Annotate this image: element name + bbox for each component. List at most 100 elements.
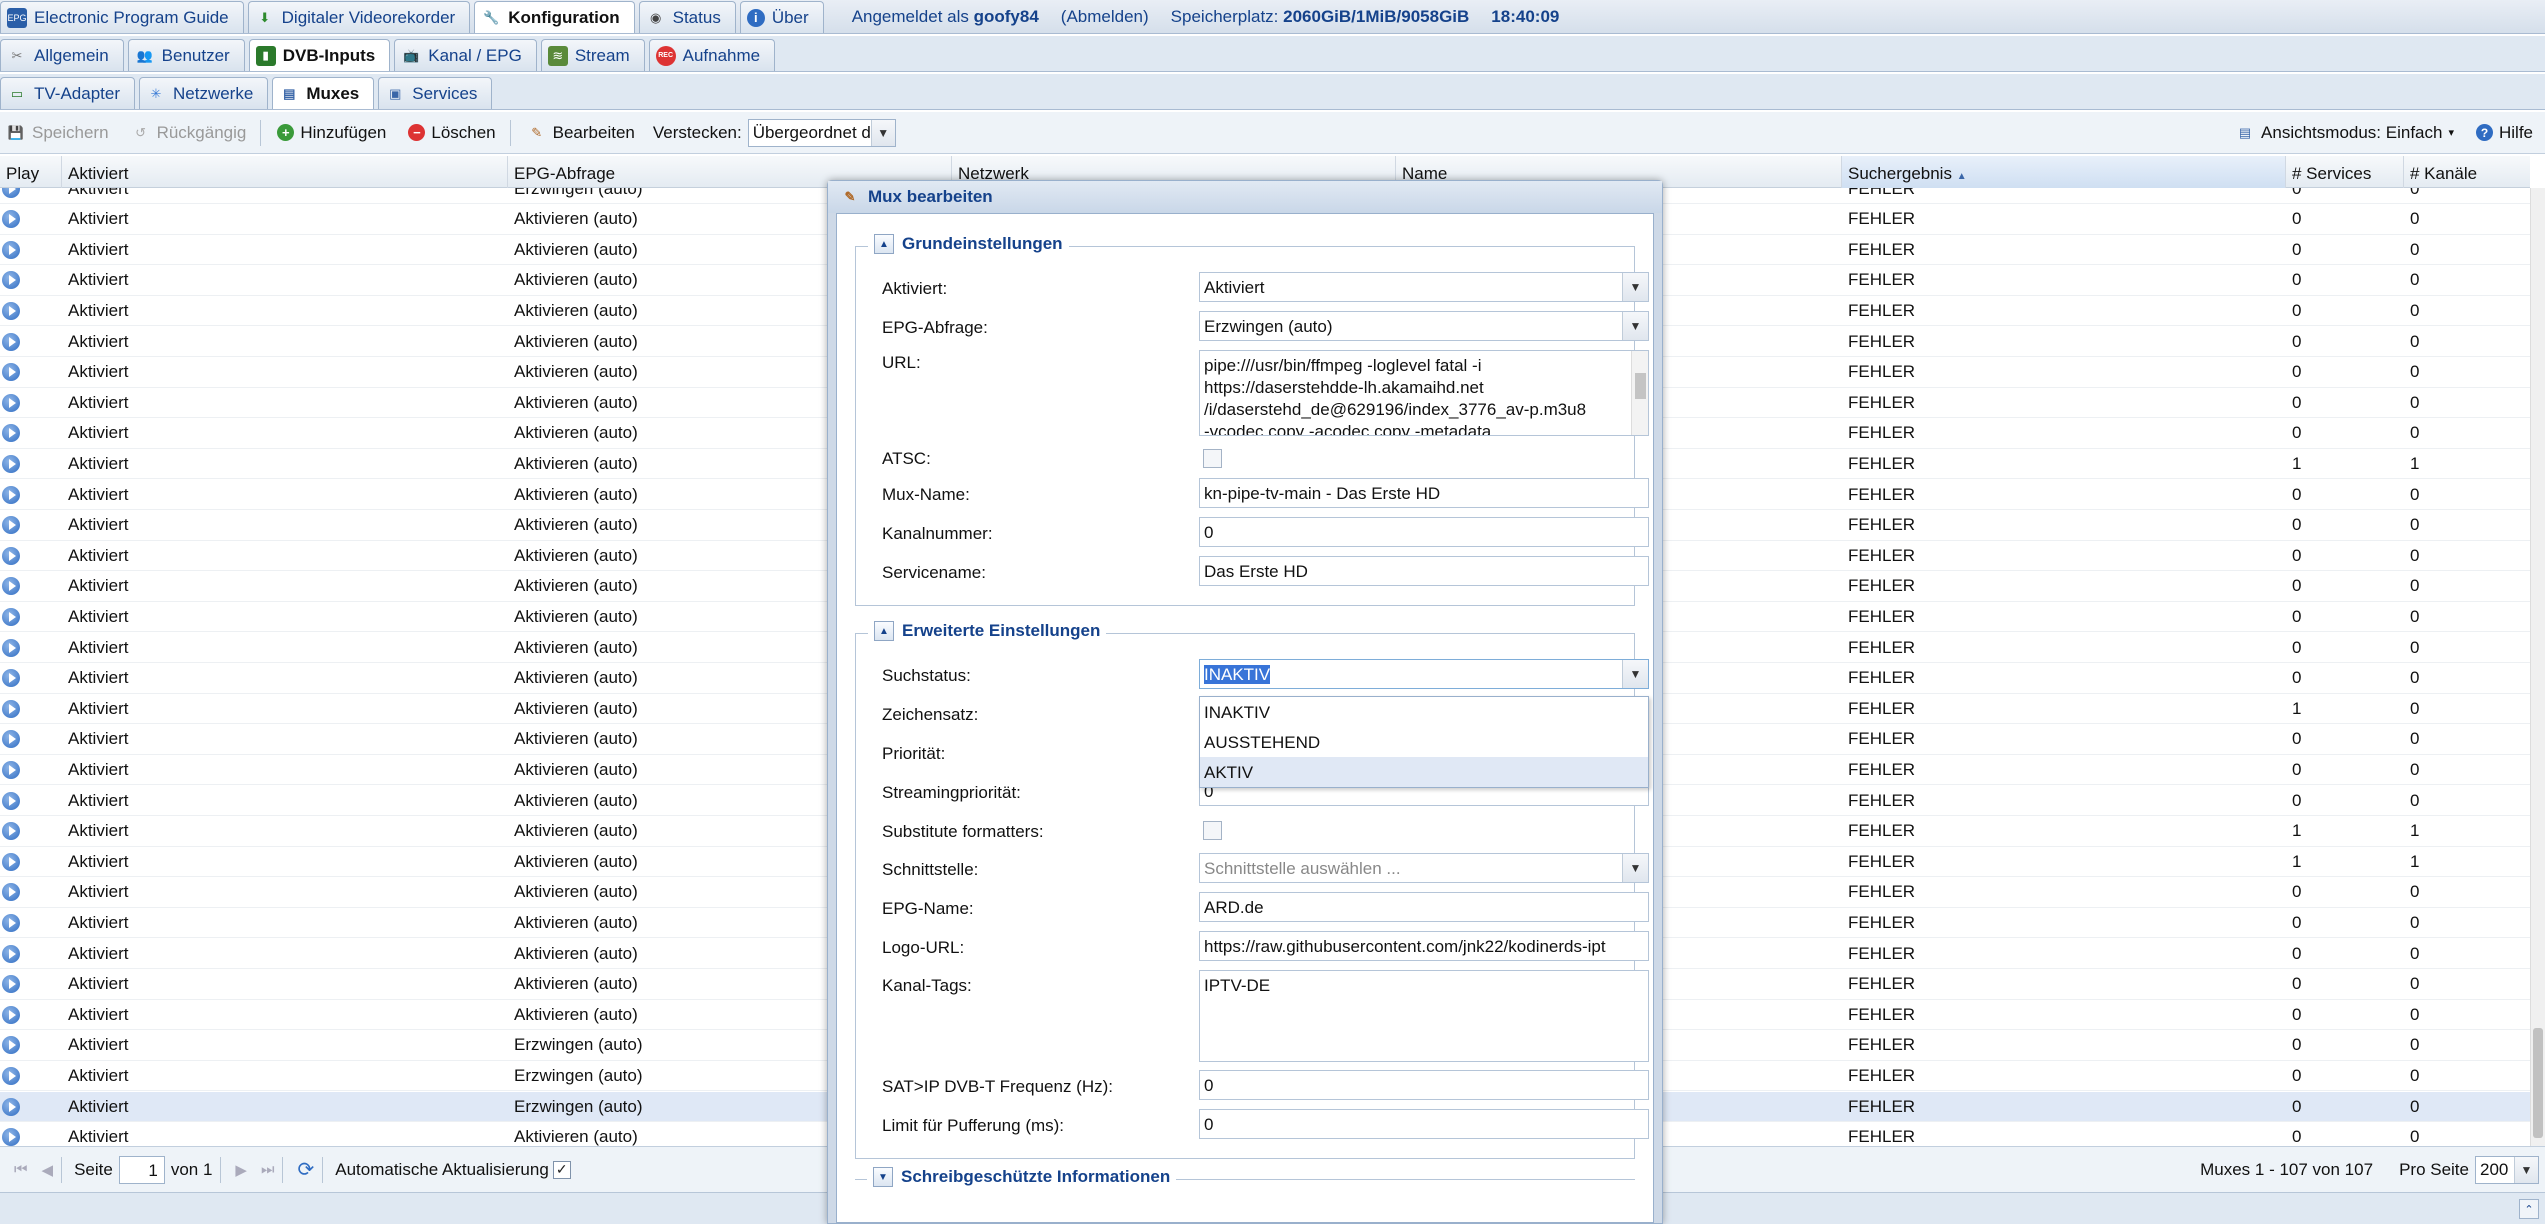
column-header-enabled[interactable]: Aktiviert [62,156,508,188]
prev-page-icon[interactable]: ◀ [42,1161,54,1179]
scan-status-option[interactable]: AKTIV [1200,757,1648,787]
tab-recording[interactable]: REC Aufnahme [648,39,776,71]
tab-users[interactable]: 👥 Benutzer [127,39,245,71]
scan-status-select[interactable]: INAKTIV ▼ [1199,659,1649,689]
logo-url-input[interactable]: https://raw.githubusercontent.com/jnk22/… [1199,931,1649,961]
substitute-formatters-checkbox[interactable] [1203,821,1222,840]
play-icon[interactable] [2,301,20,320]
play-icon[interactable] [2,240,20,259]
tab-configuration[interactable]: 🔧 Konfiguration [474,1,635,33]
play-icon[interactable] [2,883,20,902]
delete-button[interactable]: − Löschen [402,120,501,146]
scrollbar-thumb[interactable] [2533,1028,2543,1138]
play-icon[interactable] [2,393,20,412]
epg-name-input[interactable]: ARD.de [1199,892,1649,922]
play-icon[interactable] [2,1097,20,1116]
grid-scrollbar[interactable] [2530,188,2545,1146]
play-icon[interactable] [2,516,20,535]
atsc-checkbox[interactable] [1203,449,1222,468]
play-icon[interactable] [2,210,20,229]
channel-number-input[interactable]: 0 [1199,517,1649,547]
play-icon[interactable] [2,638,20,657]
play-icon[interactable] [2,1066,20,1085]
collapse-icon[interactable]: ▲ [874,234,894,254]
chevron-down-icon[interactable]: ▼ [1622,273,1648,301]
chevron-down-icon[interactable]: ▼ [870,119,895,146]
view-mode-button[interactable]: ▤ Ansichtsmodus: Einfach ▾ [2229,120,2460,146]
play-icon[interactable] [2,332,20,351]
column-header-services[interactable]: # Services [2286,156,2404,188]
play-icon[interactable] [2,760,20,779]
add-button[interactable]: + Hinzufügen [271,120,392,146]
play-icon[interactable] [2,424,20,443]
play-icon[interactable] [2,188,20,198]
mux-name-input[interactable]: kn-pipe-tv-main - Das Erste HD [1199,478,1649,508]
logout-link[interactable]: (Abmelden) [1061,7,1149,27]
play-icon[interactable] [2,271,20,290]
channel-tags-input[interactable]: IPTV-DE [1199,970,1649,1062]
column-header-play[interactable]: Play [0,156,62,188]
readonly-info-legend[interactable]: ▼ Schreibgeschützte Informationen [867,1167,1177,1187]
tab-general[interactable]: ✂ Allgemein [0,39,124,71]
service-name-input[interactable]: Das Erste HD [1199,556,1649,586]
play-icon[interactable] [2,791,20,810]
play-icon[interactable] [2,944,20,963]
tab-about[interactable]: i Über [739,1,824,33]
interface-select[interactable]: Schnittstelle auswählen ... ▼ [1199,853,1649,883]
satip-frequency-input[interactable]: 0 [1199,1070,1649,1100]
chevron-down-icon[interactable]: ▼ [1622,312,1648,340]
collapse-icon[interactable]: ▲ [874,621,894,641]
tab-services[interactable]: ▣ Services [378,77,493,109]
basic-settings-legend[interactable]: ▲ Grundeinstellungen [868,234,1069,254]
play-icon[interactable] [2,485,20,504]
auto-refresh-checkbox[interactable]: ✓ [552,1160,571,1179]
advanced-settings-legend[interactable]: ▲ Erweiterte Einstellungen [868,621,1107,641]
tab-muxes[interactable]: ▤ Muxes [272,77,375,109]
per-page-select[interactable]: 200 ▼ [2475,1155,2539,1184]
buffer-limit-input[interactable]: 0 [1199,1109,1649,1139]
page-input[interactable]: 1 [118,1155,165,1184]
scan-status-option[interactable]: INAKTIV [1200,697,1648,727]
enabled-select[interactable]: Aktiviert ▼ [1199,272,1649,302]
play-icon[interactable] [2,607,20,626]
play-icon[interactable] [2,1005,20,1024]
dialog-header[interactable]: ✎ Mux bearbeiten [828,181,1662,213]
scan-status-option[interactable]: AUSSTEHEND [1200,727,1648,757]
chevron-down-icon[interactable]: ▼ [2514,1156,2538,1183]
tab-channel-epg[interactable]: 📺 Kanal / EPG [394,39,537,71]
last-page-icon[interactable]: ⏭ [261,1161,275,1178]
first-page-icon[interactable]: ⏮ [14,1161,28,1178]
expand-up-icon[interactable]: ⌃ [2519,1199,2539,1219]
next-page-icon[interactable]: ▶ [235,1161,247,1179]
play-icon[interactable] [2,730,20,749]
epg-select[interactable]: Erzwingen (auto) ▼ [1199,311,1649,341]
chevron-down-icon[interactable]: ▼ [1622,854,1648,882]
column-header-scan-result[interactable]: Suchergebnis ▲ [1842,156,2286,188]
tab-networks[interactable]: ✳ Netzwerke [139,77,269,109]
play-icon[interactable] [2,1036,20,1055]
play-icon[interactable] [2,577,20,596]
undo-button[interactable]: ↺ Rückgängig [125,120,253,146]
play-icon[interactable] [2,363,20,382]
edit-button[interactable]: ✎ Bearbeiten [521,120,641,146]
refresh-icon[interactable]: ⟳ [297,1157,314,1182]
play-icon[interactable] [2,913,20,932]
play-icon[interactable] [2,454,20,473]
column-header-channels[interactable]: # Kanäle [2404,156,2530,188]
play-icon[interactable] [2,1128,20,1146]
play-icon[interactable] [2,975,20,994]
chevron-down-icon[interactable]: ▼ [1622,660,1648,688]
expand-icon[interactable]: ▼ [873,1167,893,1187]
hide-select[interactable]: Übergeordnet d ▼ [747,118,896,147]
url-textarea[interactable]: pipe:///usr/bin/ffmpeg -loglevel fatal -… [1199,350,1649,436]
help-button[interactable]: ? Hilfe [2470,120,2539,146]
tab-epg[interactable]: EPG Electronic Program Guide [0,1,244,33]
textarea-scrollbar[interactable] [1631,351,1648,435]
save-button[interactable]: 💾 Speichern [0,120,115,146]
play-icon[interactable] [2,669,20,688]
tab-dvr[interactable]: ⬇ Digitaler Videorekorder [247,1,471,33]
play-icon[interactable] [2,546,20,565]
scrollbar-thumb[interactable] [1635,373,1646,399]
tab-stream[interactable]: ≋ Stream [540,39,645,71]
tab-dvb-inputs[interactable]: ▮ DVB-Inputs [248,39,391,71]
